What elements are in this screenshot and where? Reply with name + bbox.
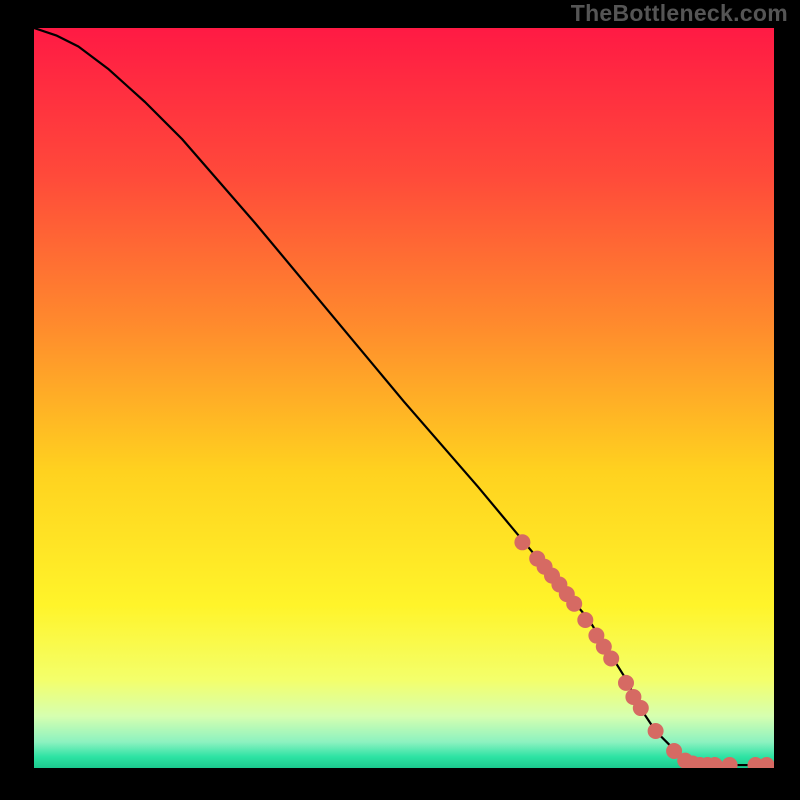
scatter-point [566,596,582,612]
scatter-point [648,723,664,739]
chart-svg [34,28,774,768]
scatter-point [618,675,634,691]
gradient-background [34,28,774,768]
chart-frame: TheBottleneck.com [0,0,800,800]
scatter-point [514,534,530,550]
scatter-point [633,700,649,716]
scatter-point [603,650,619,666]
watermark-text: TheBottleneck.com [571,0,788,27]
scatter-point [577,612,593,628]
plot-area [34,28,774,768]
